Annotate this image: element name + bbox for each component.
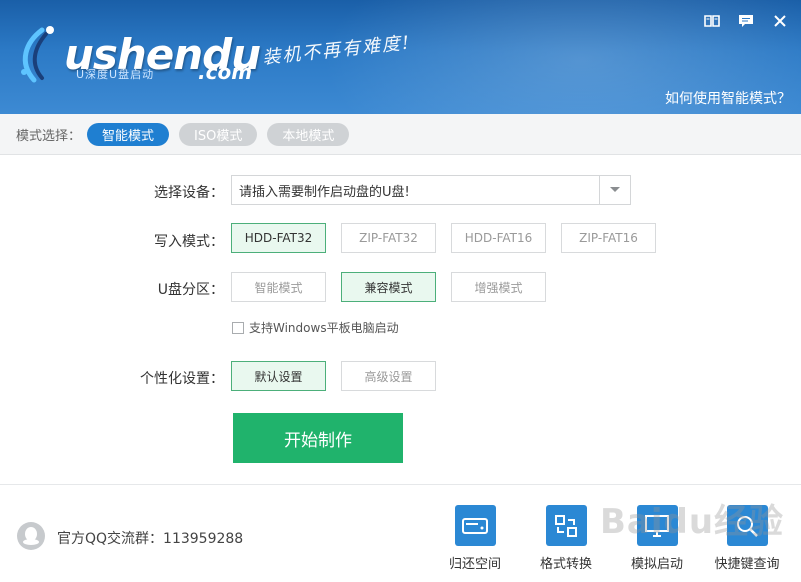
write-option-hdd-fat16[interactable]: HDD-FAT16 bbox=[451, 223, 546, 253]
app-logo: ushendu U深度U盘启动 .com bbox=[12, 22, 261, 92]
logo-swoosh-icon bbox=[21, 26, 54, 83]
tool-restore-space[interactable]: 归还空间 bbox=[438, 505, 512, 572]
device-select-value: 请插入需要制作启动盘的U盘! bbox=[239, 184, 410, 200]
window-controls bbox=[701, 10, 791, 32]
tool-simulate-boot[interactable]: 模拟启动 bbox=[620, 505, 694, 572]
monitor-icon bbox=[636, 505, 678, 546]
device-label: 选择设备： bbox=[154, 185, 224, 201]
partition-option-compatible[interactable]: 兼容模式 bbox=[341, 272, 436, 302]
partition-label: U盘分区： bbox=[157, 282, 224, 298]
logo-domain: .com bbox=[198, 60, 253, 84]
search-key-icon bbox=[726, 505, 768, 546]
personal-option-advanced[interactable]: 高级设置 bbox=[341, 361, 436, 391]
tool-format-convert[interactable]: 格式转换 bbox=[529, 505, 603, 572]
hdd-icon bbox=[454, 505, 496, 546]
footer: 官方QQ交流群：113959288 归还空间 格式转换 模拟启动 快捷键查询 bbox=[0, 484, 801, 582]
qq-group-text: 官方QQ交流群：113959288 bbox=[57, 531, 244, 547]
checkbox-label: 支持Windows平板电脑启动 bbox=[249, 321, 399, 335]
tool-label: 模拟启动 bbox=[630, 557, 683, 572]
message-icon[interactable] bbox=[735, 10, 757, 32]
write-option-zip-fat32[interactable]: ZIP-FAT32 bbox=[341, 223, 436, 253]
personal-settings-label: 个性化设置： bbox=[140, 371, 224, 387]
close-icon[interactable] bbox=[769, 10, 791, 32]
device-select[interactable]: 请插入需要制作启动盘的U盘! bbox=[231, 175, 631, 205]
book-icon[interactable] bbox=[701, 10, 723, 32]
start-button[interactable]: 开始制作 bbox=[233, 413, 403, 463]
write-mode-label: 写入模式： bbox=[154, 234, 224, 250]
chevron-down-icon[interactable] bbox=[599, 176, 630, 204]
mode-bar: 模式选择： 智能模式 ISO模式 本地模式 bbox=[0, 114, 801, 155]
qq-penguin-icon bbox=[17, 522, 45, 550]
write-option-hdd-fat32[interactable]: HDD-FAT32 bbox=[231, 223, 326, 253]
tab-smart-mode[interactable]: 智能模式 bbox=[87, 122, 170, 146]
tool-label: 归还空间 bbox=[448, 557, 501, 572]
checkbox-box[interactable] bbox=[232, 321, 244, 334]
mode-label: 模式选择： bbox=[16, 128, 82, 144]
help-link[interactable]: 如何使用智能模式？ bbox=[665, 88, 791, 108]
partition-option-enhanced[interactable]: 增强模式 bbox=[451, 272, 546, 302]
personal-option-default[interactable]: 默认设置 bbox=[231, 361, 326, 391]
write-option-zip-fat16[interactable]: ZIP-FAT16 bbox=[561, 223, 656, 253]
convert-icon bbox=[545, 505, 587, 546]
app-header: ushendu U深度U盘启动 .com 装机不再有难度! 如何使用智能模式？ bbox=[0, 0, 801, 114]
tab-iso-mode[interactable]: ISO模式 bbox=[179, 122, 258, 146]
tablet-support-checkbox[interactable]: 支持Windows平板电脑启动 bbox=[232, 319, 399, 336]
tool-hotkey-query[interactable]: 快捷键查询 bbox=[710, 505, 784, 572]
tool-label: 格式转换 bbox=[539, 557, 592, 572]
partition-option-smart[interactable]: 智能模式 bbox=[231, 272, 326, 302]
logo-subtitle: U深度U盘启动 bbox=[76, 68, 155, 81]
tool-label: 快捷键查询 bbox=[714, 557, 780, 572]
tab-local-mode[interactable]: 本地模式 bbox=[267, 122, 350, 146]
